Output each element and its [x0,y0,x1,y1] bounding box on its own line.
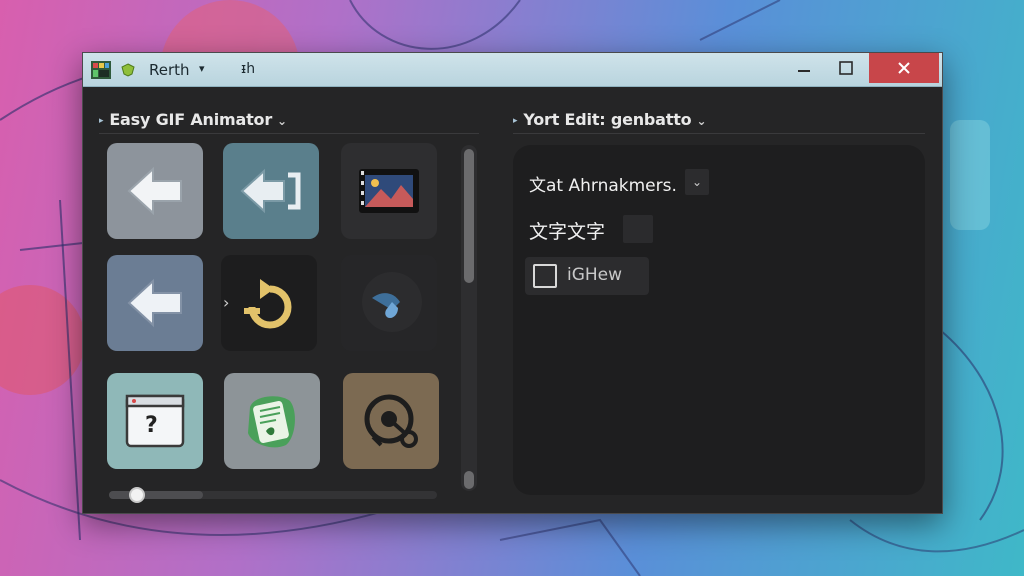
water-drop-icon [362,272,422,332]
horizontal-slider-knob[interactable] [128,487,145,503]
tile-document[interactable] [224,373,320,469]
pin-icon[interactable]: ᵻh [241,61,255,77]
right-pane-header[interactable]: ▸ Yort Edit: genbatto ⌄ [513,110,707,129]
checkbox-row[interactable]: iGHew [525,257,649,295]
close-icon [898,62,910,74]
text-value-label: 文字文字 [529,221,606,243]
title-menu-chevron-icon[interactable]: ▾ [199,62,205,75]
tile-refresh[interactable]: › [221,255,317,351]
arrow-left-icon [127,278,182,328]
app-window: Rerth ▾ ᵻh ▸ Easy GIF Animator ⌄ ▸ Yort Edi… [82,52,943,514]
horizontal-slider-fill [109,491,203,499]
chevron-down-icon: ⌄ [691,175,703,189]
vertical-scroll-thumb[interactable] [464,149,474,283]
tile-help[interactable]: ? [107,373,203,469]
checkbox-label: iGHew [567,265,623,285]
close-button[interactable] [869,53,939,83]
document-leaf-icon [248,396,295,448]
divider [513,133,925,134]
arrow-left-bracket-icon [240,168,301,214]
tile-drop[interactable] [341,255,437,351]
window-title: Rerth [149,61,190,79]
vertical-scroll-end-button[interactable] [464,471,474,489]
text-field-label[interactable]: 文at Ahrnakmers. [529,171,677,196]
dial-tool-icon [364,394,418,448]
chevron-down-icon: ⌄ [277,114,287,128]
right-pane-title: Yort Edit: genbatto [523,110,692,129]
tile-dial[interactable] [343,373,439,469]
tile-back-2[interactable] [107,255,203,351]
film-image-icon [359,169,419,213]
tile-back-bracket[interactable] [223,143,319,239]
left-pane-title: Easy GIF Animator [109,110,273,129]
maximize-icon [839,61,853,75]
minimize-icon [798,70,810,72]
left-pane-header[interactable]: ▸ Easy GIF Animator ⌄ [99,110,287,129]
expand-arrow-icon: ▸ [513,116,518,126]
tile-media[interactable] [341,143,437,239]
shield-icon [121,63,135,77]
properties-panel: 文at Ahrnakmers. ⌄ 文字文字 iGHew [513,145,925,495]
expand-arrow-icon: ▸ [99,116,104,126]
field-dropdown-button[interactable]: ⌄ [685,169,709,195]
divider [99,133,479,134]
tile-prefix: › [223,293,230,312]
checkbox[interactable] [533,264,557,288]
minimize-button[interactable] [785,53,823,83]
tile-back[interactable] [107,143,203,239]
color-swatch[interactable] [623,215,653,243]
maximize-button[interactable] [827,53,865,83]
arrow-left-icon [127,166,182,216]
rotate-refresh-icon [244,279,292,329]
app-logo-icon [91,61,111,79]
help-mark: ? [145,413,158,438]
title-bar[interactable]: Rerth ▾ ᵻh [83,53,942,87]
chevron-down-icon: ⌄ [696,114,707,128]
